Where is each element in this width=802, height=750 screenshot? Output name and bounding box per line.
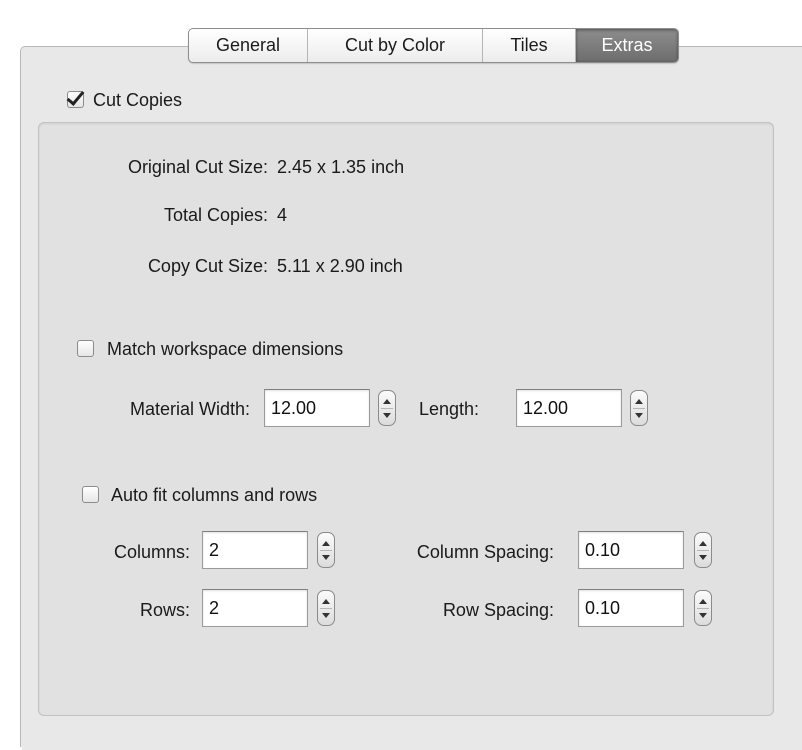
columns-label: Columns:: [113, 542, 190, 562]
column-spacing-label: Column Spacing:: [416, 542, 554, 562]
material-width-field[interactable]: 12.00: [264, 389, 370, 427]
stepper-down-icon: [322, 555, 330, 560]
total-copies-value: 4: [277, 205, 288, 225]
stepper-divider: [697, 550, 709, 551]
total-copies-label: Total Copies:: [163, 205, 268, 225]
auto-fit-label: Auto fit columns and rows: [111, 485, 318, 505]
tab-extras[interactable]: Extras: [576, 29, 678, 62]
row-spacing-label: Row Spacing:: [442, 600, 554, 620]
stepper-divider: [320, 550, 332, 551]
stepper-divider: [633, 408, 645, 409]
rows-stepper[interactable]: [317, 590, 335, 626]
tab-general[interactable]: General: [189, 29, 308, 62]
stepper-down-icon: [699, 613, 707, 618]
material-width-stepper[interactable]: [378, 390, 396, 426]
length-field[interactable]: 12.00: [516, 389, 622, 427]
tab-cut-by-color[interactable]: Cut by Color: [308, 29, 483, 62]
cut-copies-label: Cut Copies: [93, 90, 183, 110]
column-spacing-stepper[interactable]: [694, 532, 712, 568]
length-label: Length:: [419, 399, 480, 419]
stepper-up-icon: [383, 399, 391, 404]
cut-settings-window: General Cut by Color Tiles Extras Cut Co…: [0, 0, 802, 750]
tab-bar: General Cut by Color Tiles Extras: [188, 28, 679, 63]
column-spacing-field[interactable]: 0.10: [578, 531, 684, 569]
columns-stepper[interactable]: [317, 532, 335, 568]
row-spacing-stepper[interactable]: [694, 590, 712, 626]
rows-field[interactable]: 2: [202, 589, 308, 627]
stepper-divider: [697, 608, 709, 609]
original-cut-size-value: 2.45 x 1.35 inch: [277, 157, 405, 177]
original-cut-size-label: Original Cut Size:: [127, 157, 268, 177]
stepper-divider: [320, 608, 332, 609]
stepper-down-icon: [322, 613, 330, 618]
stepper-up-icon: [322, 599, 330, 604]
copy-cut-size-label: Copy Cut Size:: [147, 256, 268, 276]
stepper-up-icon: [322, 541, 330, 546]
row-spacing-field[interactable]: 0.10: [578, 589, 684, 627]
stepper-up-icon: [699, 541, 707, 546]
columns-field[interactable]: 2: [202, 531, 308, 569]
material-width-label: Material Width:: [129, 399, 250, 419]
length-stepper[interactable]: [630, 390, 648, 426]
stepper-up-icon: [635, 399, 643, 404]
copy-cut-size-value: 5.11 x 2.90 inch: [277, 256, 403, 276]
auto-fit-checkbox[interactable]: [82, 486, 99, 503]
tab-tiles[interactable]: Tiles: [483, 29, 576, 62]
stepper-divider: [381, 408, 393, 409]
match-workspace-label: Match workspace dimensions: [107, 339, 344, 359]
stepper-down-icon: [383, 413, 391, 418]
match-workspace-checkbox[interactable]: [77, 340, 94, 357]
stepper-up-icon: [699, 599, 707, 604]
stepper-down-icon: [635, 413, 643, 418]
stepper-down-icon: [699, 555, 707, 560]
cut-copies-checkbox[interactable]: [67, 91, 84, 108]
rows-label: Rows:: [139, 600, 190, 620]
